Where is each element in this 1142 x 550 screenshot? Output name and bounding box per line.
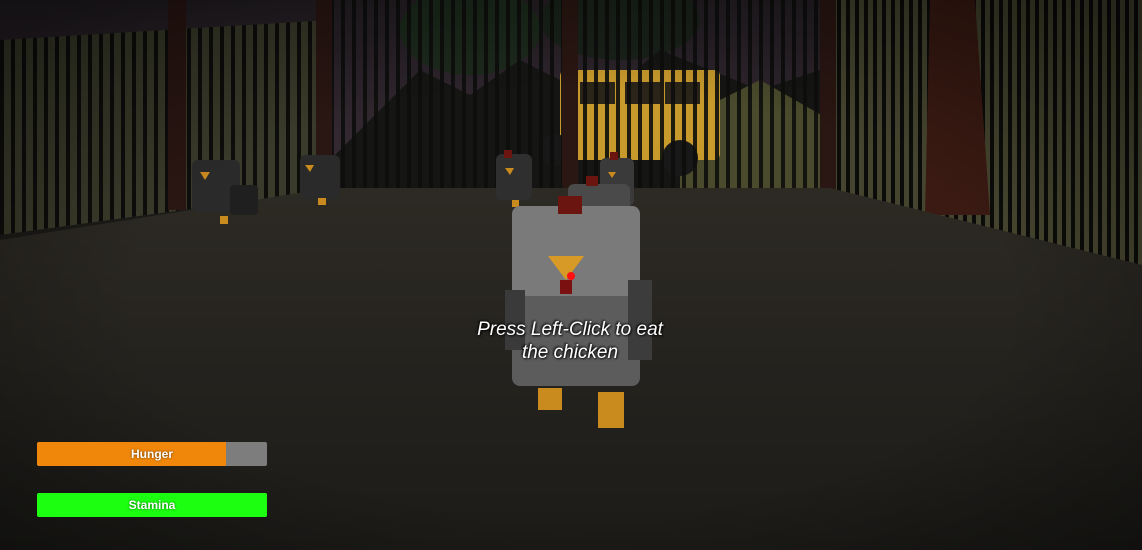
interaction-prompt: Press Left-Click to eat the chicken [440, 318, 700, 364]
stamina-label: Stamina [128, 498, 176, 512]
chicken-pen-scene [0, 0, 1142, 550]
prompt-line: Press Left-Click to eat [477, 319, 663, 340]
hunger-bar: Hunger [37, 442, 267, 466]
game-viewport[interactable]: Press Left-Click to eat the chicken Hung… [0, 0, 1142, 550]
stamina-bar: Stamina [37, 493, 267, 517]
prompt-line: the chicken [521, 342, 619, 363]
vignette [0, 0, 1142, 550]
hunger-label: Hunger [131, 447, 173, 461]
